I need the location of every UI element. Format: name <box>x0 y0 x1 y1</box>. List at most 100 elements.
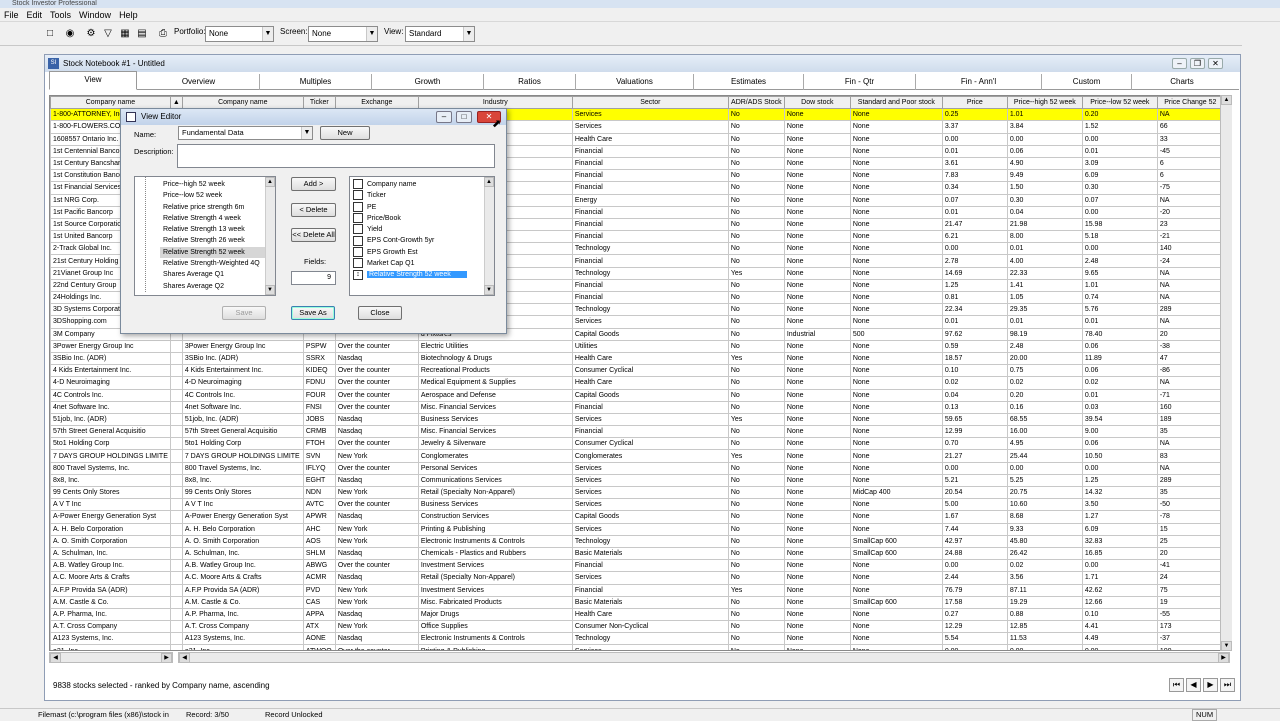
table-cell[interactable]: None <box>783 632 851 646</box>
table-cell[interactable]: A. H. Belo Corporation <box>181 522 304 536</box>
menu-help[interactable]: Help <box>115 8 142 22</box>
table-cell[interactable]: 3.84 <box>1006 120 1083 134</box>
table-cell[interactable]: 0.06 <box>1006 144 1083 158</box>
table-cell[interactable]: Technology <box>571 534 729 548</box>
restore-icon[interactable]: ❐ <box>1190 58 1205 69</box>
delete-all-button[interactable]: << Delete All <box>291 228 336 242</box>
table-cell[interactable]: 18.57 <box>941 351 1008 366</box>
table-cell[interactable]: Yes <box>727 412 785 427</box>
table-cell[interactable]: 5.25 <box>1006 473 1083 488</box>
table-cell[interactable]: 0.00 <box>1081 559 1158 573</box>
table-cell[interactable]: 4.49 <box>1081 632 1158 646</box>
table-cell[interactable]: Nasdaq <box>334 632 419 646</box>
tab-valuations[interactable]: Valuations <box>576 74 694 90</box>
table-cell[interactable]: 3.09 <box>1081 156 1158 171</box>
table-cell[interactable]: Services <box>571 473 729 488</box>
row-marker[interactable] <box>169 339 183 353</box>
table-cell[interactable]: 800 Travel Systems, Inc. <box>181 461 304 475</box>
table-cell[interactable]: 0.10 <box>1081 607 1158 622</box>
table-cell[interactable]: 2.48 <box>1006 339 1083 353</box>
table-row[interactable]: 5to1 Holding Corp 5to1 Holding Corp FTOH Ov… <box>50 437 1224 451</box>
table-cell[interactable]: Over the counter <box>334 498 419 512</box>
table-cell[interactable]: A.C. Moore Arts & Crafts <box>181 571 304 585</box>
table-cell[interactable]: 29.35 <box>1006 303 1083 317</box>
table-cell[interactable]: 4.90 <box>1006 156 1083 171</box>
table-cell[interactable]: FNSI <box>302 400 336 414</box>
table-cell[interactable]: ATX <box>302 620 336 634</box>
table-cell[interactable]: No <box>727 607 785 622</box>
table-cell[interactable]: Printing & Publishing <box>417 522 573 536</box>
row-marker[interactable] <box>169 425 183 439</box>
table-cell[interactable]: 0.01 <box>1081 388 1158 402</box>
tab-ratios[interactable]: Ratios <box>484 74 576 90</box>
table-cell[interactable]: Services <box>571 522 729 536</box>
table-row[interactable]: A V T Inc A V T Inc AVTC Over the counter Bu… <box>50 498 1224 512</box>
table-cell[interactable]: 23 <box>1156 217 1224 232</box>
table-cell[interactable]: 99 Cents Only Stores <box>181 485 304 500</box>
available-list-scrollbar[interactable]: ▲ ▼ <box>265 177 275 295</box>
table-cell[interactable]: 4-D Neuroimaging <box>50 376 171 390</box>
tab-estimates[interactable]: Estimates <box>694 74 804 90</box>
table-cell[interactable]: Financial <box>571 144 729 158</box>
screen-select[interactable]: None ▼ <box>308 26 378 42</box>
table-cell[interactable]: Electronic Instruments & Controls <box>417 534 573 548</box>
table-cell[interactable]: None <box>849 583 943 597</box>
table-cell[interactable]: 98.19 <box>1006 327 1083 341</box>
table-cell[interactable]: 1.01 <box>1081 278 1158 293</box>
list-item[interactable]: Price/Book <box>350 213 494 224</box>
table-cell[interactable]: A.M. Castle & Co. <box>181 595 304 609</box>
table-cell[interactable]: 5.18 <box>1081 230 1158 244</box>
table-cell[interactable]: 87.11 <box>1006 583 1083 597</box>
table-cell[interactable]: -45 <box>1156 144 1224 158</box>
table-cell[interactable]: 7 DAYS GROUP HOLDINGS LIMITE <box>50 449 171 463</box>
table-row[interactable]: A.F.P Provida SA (ADR) A.F.P Provida SA (… <box>50 583 1224 597</box>
table-cell[interactable]: NA <box>1156 376 1224 390</box>
table-cell[interactable]: No <box>727 315 785 329</box>
table-cell[interactable]: No <box>727 425 785 439</box>
table-cell[interactable]: None <box>783 120 851 134</box>
table-cell[interactable]: 0.01 <box>941 315 1008 329</box>
drag-handle-icon[interactable] <box>353 213 363 224</box>
table-cell[interactable]: 5.00 <box>941 498 1008 512</box>
new-button[interactable]: New <box>320 126 370 140</box>
table-cell[interactable]: None <box>849 632 943 646</box>
table-cell[interactable]: None <box>783 620 851 634</box>
table-cell[interactable]: 3.37 <box>941 120 1008 134</box>
table-cell[interactable]: 5.21 <box>941 473 1008 488</box>
scroll-left-icon[interactable]: ◀ <box>179 653 190 663</box>
table-cell[interactable]: None <box>849 449 943 463</box>
table-cell[interactable]: 0.30 <box>1006 193 1083 207</box>
table-row[interactable]: A. H. Belo Corporation A. H. Belo Corpora… <box>50 522 1224 536</box>
table-cell[interactable]: None <box>849 376 943 390</box>
table-cell[interactable]: -55 <box>1156 607 1224 622</box>
add-button[interactable]: Add > <box>291 177 336 191</box>
table-cell[interactable]: Communications Services <box>417 473 573 488</box>
table-cell[interactable]: Misc. Financial Services <box>417 400 573 414</box>
table-cell[interactable]: None <box>849 278 943 293</box>
table-cell[interactable]: Financial <box>571 278 729 293</box>
first-record-icon[interactable]: ⏮ <box>1169 678 1184 692</box>
table-cell[interactable]: No <box>727 327 785 341</box>
sort-arrow-icon[interactable]: ▲ <box>169 96 183 110</box>
table-cell[interactable]: No <box>727 205 785 219</box>
column-header[interactable]: Industry <box>417 96 573 110</box>
table-cell[interactable]: 289 <box>1156 473 1224 488</box>
row-marker[interactable] <box>169 595 183 609</box>
table-cell[interactable]: 12.29 <box>941 620 1008 634</box>
table-cell[interactable]: 0.02 <box>1081 376 1158 390</box>
table-cell[interactable]: 12.99 <box>941 425 1008 439</box>
table-cell[interactable]: Financial <box>571 156 729 171</box>
table-cell[interactable]: No <box>727 339 785 353</box>
table-cell[interactable]: Services <box>571 498 729 512</box>
table-cell[interactable]: 0.01 <box>1081 144 1158 158</box>
table-cell[interactable]: None <box>783 364 851 378</box>
table-cell[interactable]: Basic Materials <box>571 546 729 561</box>
table-cell[interactable]: Technology <box>571 303 729 317</box>
table-cell[interactable]: APPA <box>302 607 336 622</box>
table-cell[interactable]: a21, Inc. <box>181 644 304 650</box>
table-cell[interactable]: No <box>727 169 785 183</box>
table-row[interactable]: A.T. Cross Company A.T. Cross Company ATX N… <box>50 620 1224 634</box>
column-header[interactable]: Company name <box>181 96 304 110</box>
table-cell[interactable]: 26.42 <box>1006 546 1083 561</box>
table-cell[interactable]: 0.01 <box>1006 242 1083 256</box>
